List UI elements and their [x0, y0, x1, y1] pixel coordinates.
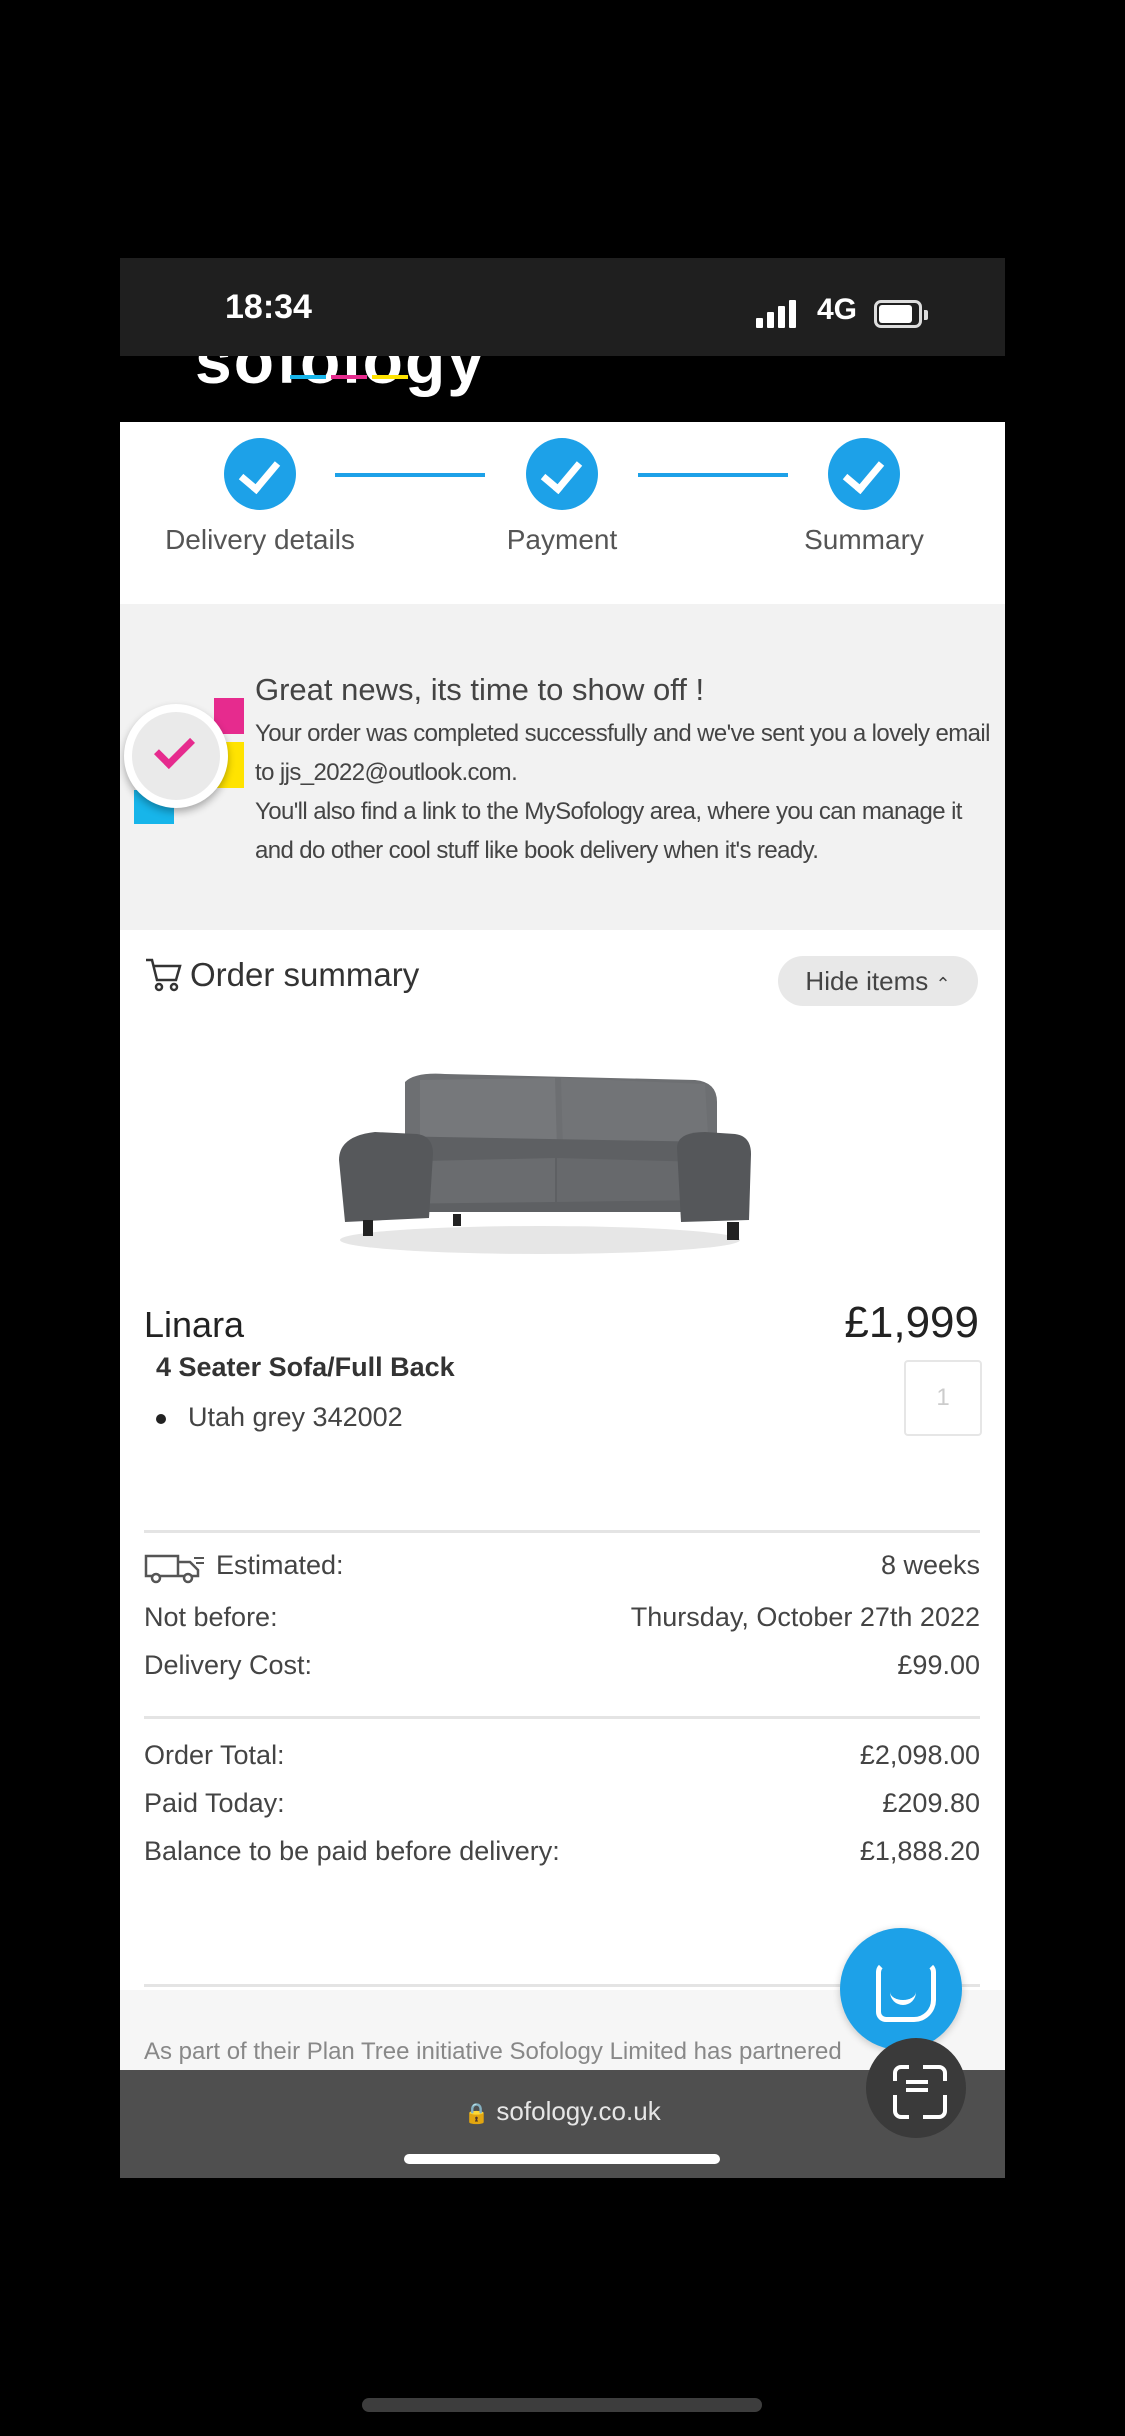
- hide-items-label: Hide items: [805, 966, 929, 996]
- product-option: Utah grey 342002: [156, 1402, 403, 1433]
- check-icon: [526, 438, 598, 510]
- status-bar: 18:34 4G: [120, 258, 1005, 356]
- product-variant: 4 Seater Sofa/Full Back: [156, 1352, 455, 1382]
- bullet-icon: [156, 1413, 166, 1424]
- product-option-text: Utah grey 342002: [188, 1402, 403, 1432]
- cart-icon: [146, 958, 182, 992]
- delivery-estimated-row: Estimated: 8 weeks: [144, 1550, 980, 1590]
- scan-text-button[interactable]: [866, 2038, 966, 2138]
- device-home-indicator: [362, 2398, 762, 2412]
- success-check-icon: [124, 698, 244, 824]
- delivery-cost-label: Delivery Cost:: [144, 1650, 313, 1680]
- order-total-label: Order Total:: [144, 1740, 285, 1770]
- paid-today-value: £209.80: [882, 1788, 980, 1818]
- order-success-notice: Great news, its time to show off ! Your …: [120, 604, 1005, 930]
- footer-text: As part of their Plan Tree initiative So…: [144, 2038, 842, 2065]
- scan-icon: [893, 2065, 947, 2119]
- notice-title: Great news, its time to show off !: [255, 672, 705, 707]
- paid-today-row: Paid Today: £209.80: [144, 1788, 980, 1828]
- step-summary: Summary: [764, 438, 964, 556]
- estimated-label: Estimated:: [216, 1550, 344, 1581]
- browser-url-bar[interactable]: 🔒 sofology.co.uk: [120, 2038, 1005, 2178]
- chat-launcher-button[interactable]: [840, 1928, 962, 2050]
- check-icon: [828, 438, 900, 510]
- logo-color-bars: [290, 366, 413, 384]
- product-name: Linara: [144, 1304, 245, 1345]
- signal-icon: [756, 300, 800, 328]
- step-label: Summary: [804, 524, 924, 555]
- step-label: Delivery details: [165, 524, 355, 555]
- not-before-row: Not before: Thursday, October 27th 2022: [144, 1602, 980, 1642]
- divider: [144, 1530, 980, 1533]
- balance-row: Balance to be paid before delivery: £1,8…: [144, 1836, 980, 1876]
- notice-message-text-2: You'll also find a link to the MySofolog…: [255, 798, 962, 864]
- not-before-value: Thursday, October 27th 2022: [630, 1602, 980, 1632]
- truck-icon: [144, 1554, 204, 1584]
- step-delivery-details: Delivery details: [160, 438, 360, 556]
- phone-screen: 18:34 4G sofology Delivery details Payme…: [120, 258, 1005, 2178]
- step-label: Payment: [506, 524, 618, 555]
- hide-items-button[interactable]: Hide items ⌃: [778, 956, 978, 1006]
- battery-icon: [874, 300, 928, 328]
- site-header: sofology: [120, 356, 1005, 422]
- notice-email: jjs_2022@outlook.com.: [279, 759, 518, 786]
- status-time: 18:34: [225, 288, 312, 326]
- quantity-field[interactable]: 1: [904, 1360, 982, 1436]
- delivery-cost-value: £99.00: [897, 1650, 980, 1680]
- order-total-row: Order Total: £2,098.00: [144, 1740, 980, 1780]
- order-total-value: £2,098.00: [859, 1740, 980, 1770]
- order-summary: Order summary Hide items ⌃ Linara 4 Seat…: [120, 930, 1005, 1990]
- url-label: sofology.co.uk: [496, 2096, 661, 2126]
- network-label: 4G: [817, 293, 858, 326]
- home-indicator[interactable]: [404, 2154, 720, 2164]
- estimated-value: 8 weeks: [880, 1550, 980, 1580]
- notice-message: Your order was completed successfully an…: [255, 714, 1005, 870]
- divider: [144, 1716, 980, 1719]
- product-price: £1,999: [844, 1298, 979, 1347]
- order-summary-title: Order summary: [190, 956, 420, 993]
- lock-icon: 🔒: [464, 2103, 490, 2125]
- paid-today-label: Paid Today:: [144, 1788, 285, 1818]
- step-payment: Payment: [462, 438, 662, 556]
- balance-value: £1,888.20: [859, 1836, 980, 1866]
- balance-label: Balance to be paid before delivery:: [144, 1836, 560, 1866]
- checkout-progress: Delivery details Payment Summary: [120, 422, 1005, 604]
- not-before-label: Not before:: [144, 1602, 278, 1632]
- delivery-cost-row: Delivery Cost: £99.00: [144, 1650, 980, 1690]
- chevron-up-icon: ⌃: [935, 974, 951, 994]
- sofa-image: [339, 1073, 751, 1254]
- check-icon: [224, 438, 296, 510]
